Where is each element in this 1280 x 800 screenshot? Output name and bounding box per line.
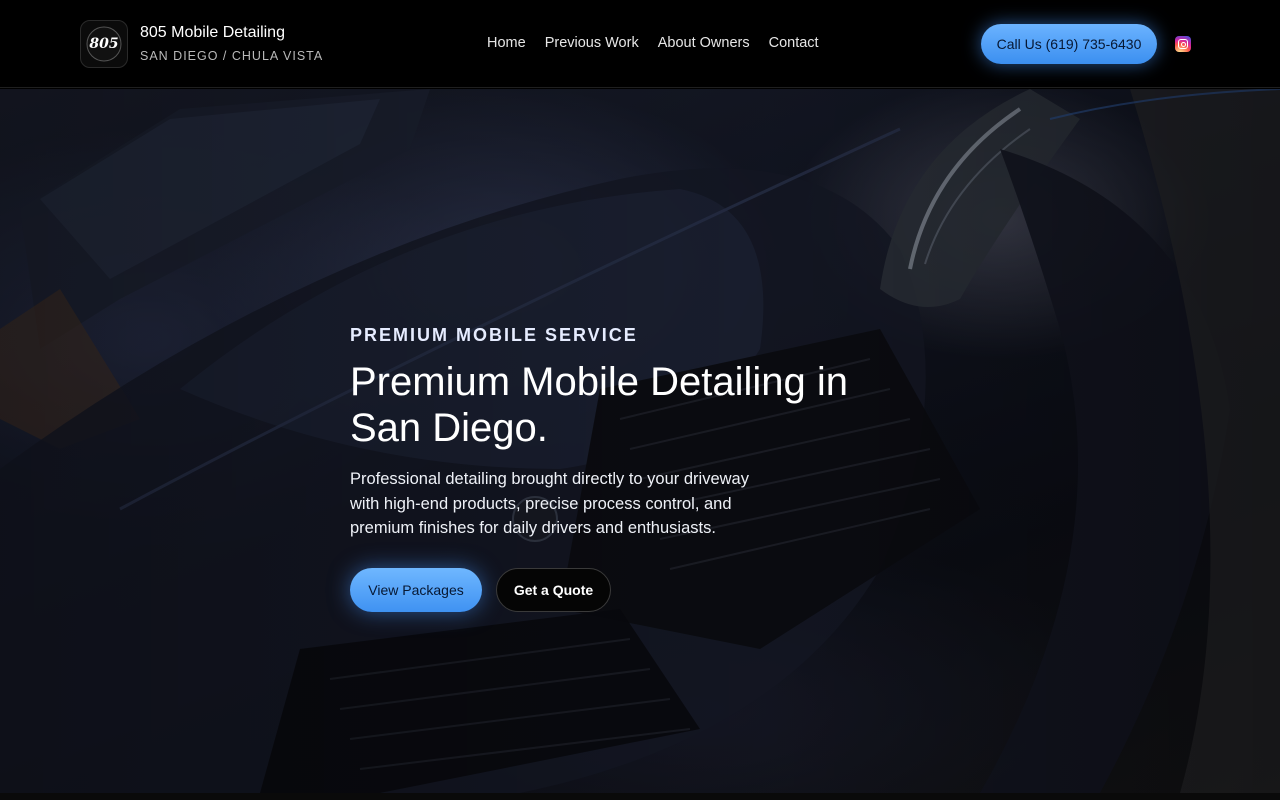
- brand-logo: 805: [80, 20, 128, 68]
- brand-text: 805 Mobile Detailing SAN DIEGO / CHULA V…: [140, 23, 324, 64]
- brand-subtitle: SAN DIEGO / CHULA VISTA: [140, 48, 324, 63]
- brand[interactable]: 805 805 Mobile Detailing SAN DIEGO / CHU…: [80, 20, 323, 68]
- nav-previous-work[interactable]: Previous Work: [545, 33, 639, 53]
- logo-mark-icon: 805: [86, 26, 122, 62]
- logo-text: 805: [89, 36, 118, 52]
- view-packages-button[interactable]: View Packages: [350, 567, 482, 612]
- hero-description: Professional detailing brought directly …: [350, 470, 749, 537]
- nav-home[interactable]: Home: [487, 33, 526, 53]
- nav-contact[interactable]: Contact: [769, 33, 819, 53]
- call-button[interactable]: Call Us (619) 735-6430: [981, 24, 1157, 64]
- site-header: 805 805 Mobile Detailing SAN DIEGO / CHU…: [0, 0, 1280, 88]
- brand-name: 805 Mobile Detailing: [140, 23, 285, 41]
- page: 805 805 Mobile Detailing SAN DIEGO / CHU…: [0, 0, 1280, 800]
- hero-section: PREMIUM MOBILE SERVICE Premium Mobile De…: [0, 89, 1280, 793]
- instagram-icon[interactable]: [1175, 36, 1191, 52]
- get-quote-button[interactable]: Get a Quote: [496, 567, 611, 612]
- page-bottom-strip: [0, 793, 1280, 800]
- hero-content: PREMIUM MOBILE SERVICE Premium Mobile De…: [350, 325, 950, 612]
- main-nav: Home Previous Work About Owners Contact: [487, 33, 838, 53]
- hero-cta-row: View Packages Get a Quote: [350, 567, 950, 612]
- hero-eyebrow: PREMIUM MOBILE SERVICE: [350, 325, 638, 345]
- nav-about-owners[interactable]: About Owners: [658, 33, 750, 53]
- hero-title: Premium Mobile Detailing in San Diego.: [350, 360, 848, 450]
